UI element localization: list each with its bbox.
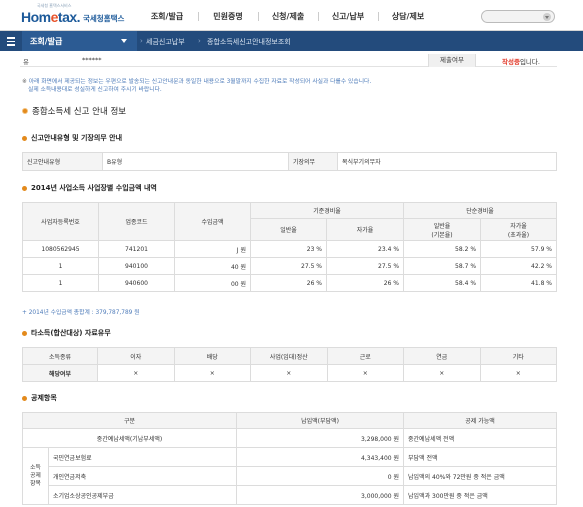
col-business-settlement: 사업(임대)정산 (250, 347, 328, 365)
col-reg-no: 사업자등록번호 (22, 202, 99, 241)
business-income-table: 사업자등록번호 업종코드 수입금액 기준경비율 단순경비율 일반율 자가율 일반… (22, 202, 557, 292)
table-row: 1080562945 741201 J 원 23 % 23.4 % 58.2 %… (22, 240, 557, 258)
main-menu: 조회/발급 민원증명 신청/제출 신고/납부 상담/제보 (136, 0, 438, 31)
table-row: 개인연금저축 0 원 납입액의 40%와 72만원 중 적은 금액 (23, 466, 557, 486)
bullet-icon (22, 330, 27, 336)
col-pension: 연금 (403, 347, 481, 365)
taxpayer-value: ****** (82, 56, 102, 64)
guide-table: 신고안내유형 B유형 기장의무 복식부기의무자 (22, 152, 557, 171)
menu-item-inquiry[interactable]: 조회/발급 (136, 0, 198, 31)
bullet-icon (22, 395, 27, 401)
col-revenue: 수입금액 (174, 202, 251, 241)
col-paid-amount: 납입액(부담액) (236, 412, 405, 429)
table-row: 소기업소상공인공제부금 3,000,000 원 납입액과 300만원 중 적은 … (23, 485, 557, 505)
col-base-rate: 기준경비율 (249, 202, 405, 219)
section-title-business: 2014년 사업소득 사업장별 수입금액 내역 (22, 183, 157, 193)
section-title-guide: 신고안내유형 및 기장의무 안내 (22, 133, 122, 143)
revenue-total-note: + 2014년 수입금액 총합계 : 379,787,789 원 (22, 310, 140, 316)
search-input[interactable] (481, 10, 555, 23)
col-other: 기타 (479, 347, 557, 365)
breadcrumb-separator-icon: › (140, 37, 143, 45)
cross-icon: × (97, 364, 175, 382)
col-simple-self: 자가율 (초과율) (480, 218, 557, 241)
bookkeeping-duty-label: 기장의무 (288, 152, 338, 171)
col-labor: 근로 (326, 347, 404, 365)
logo-agency: 국세청홈택스 (83, 14, 125, 23)
top-header: 국세청 홈택스서비스 Hometax. 국세청홈택스 조회/발급 민원증명 신청… (0, 0, 583, 31)
other-income-table: 소득종류 이자 배당 사업(임대)정산 근로 연금 기타 해당여부 × × × … (22, 347, 557, 382)
menu-item-filing[interactable]: 신고/납부 (318, 0, 378, 31)
cross-icon: × (173, 364, 251, 382)
cross-icon: × (479, 364, 557, 382)
bullet-icon (22, 185, 27, 191)
submit-status-value: 작성중입니다. (502, 58, 540, 66)
logo-brand: Hometax. (21, 9, 81, 25)
deduction-table: 구분 납입액(부담액) 공제 가능액 중간예납세액(기납부세액) 3,298,0… (21, 412, 557, 505)
submit-status-label: 제출여부 (428, 54, 476, 67)
menu-item-consult[interactable]: 상담/제보 (378, 0, 438, 31)
taxpayer-label: 유 (23, 58, 29, 66)
notice-text: ※ 아래 화면에서 제공되는 정보는 우편으로 발송되는 신고안내문과 동일한 … (22, 79, 372, 93)
col-simple-general: 일반율 (기본율) (403, 218, 482, 241)
breadcrumb-item-current[interactable]: 종합소득세신고안내정보조회 (207, 37, 291, 47)
bullet-icon (22, 135, 27, 141)
bookkeeping-duty-value: 복식부기의무자 (337, 152, 557, 171)
table-row: 소득 공제 항목 국민연금보험료 4,343,400 원 부담액 전액 (22, 447, 557, 505)
category-label: 조회/발급 (30, 37, 63, 46)
menu-item-certificate[interactable]: 민원증명 (198, 0, 258, 31)
col-deductible: 공제 가능액 (403, 412, 557, 429)
applicable-label: 해당여부 (22, 364, 98, 382)
col-industry-code: 업종코드 (98, 202, 175, 241)
col-income-type: 소득종류 (22, 347, 98, 365)
taxpayer-row: 유 ****** 제출여부 작성중입니다. (20, 54, 557, 67)
col-base-general: 일반율 (250, 218, 327, 241)
col-base-self: 자가율 (325, 218, 405, 241)
chevron-down-icon (121, 39, 127, 43)
table-row: 1 940600 00 원 26 % 26 % 58.4 % 41.8 % (22, 274, 557, 292)
col-dividend: 배당 (173, 347, 251, 365)
breadcrumb-bar: 조회/발급 › 세금신고납부 › 종합소득세신고안내정보조회 (0, 31, 583, 51)
bullet-icon (22, 108, 28, 114)
menu-item-application[interactable]: 신청/제출 (258, 0, 318, 31)
search-dropdown-icon[interactable] (543, 13, 551, 21)
hometax-logo[interactable]: 국세청 홈택스서비스 Hometax. 국세청홈택스 (21, 3, 126, 29)
table-row: 중간예납세액(기납부세액) 3,298,000 원 중간예납세액 전액 (21, 428, 557, 448)
col-category: 구분 (21, 412, 238, 429)
cross-icon: × (403, 364, 481, 382)
cross-icon: × (326, 364, 404, 382)
col-simple-rate: 단순경비율 (403, 202, 557, 219)
section-title-deduction: 공제항목 (22, 393, 57, 403)
guide-type-label: 신고안내유형 (22, 152, 103, 171)
table-row: 해당여부 × × × × × × (22, 364, 557, 382)
table-row: 1 940100 40 원 27.5 % 27.5 % 58.7 % 42.2 … (22, 257, 557, 275)
col-interest: 이자 (97, 347, 175, 365)
section-title-main: 종합소득세 신고 안내 정보 (22, 105, 126, 117)
hamburger-menu-icon[interactable] (7, 37, 15, 46)
section-title-other-income: 타소득(합산대상) 자료유무 (22, 328, 111, 338)
cross-icon: × (250, 364, 328, 382)
category-dropdown[interactable]: 조회/발급 (22, 31, 137, 51)
income-deduction-label: 소득 공제 항목 (22, 447, 49, 505)
breadcrumb-item-tax-filing[interactable]: 세금신고납부 (146, 37, 185, 47)
breadcrumb-separator-icon: › (198, 37, 201, 45)
guide-type-value: B유형 (102, 152, 289, 171)
